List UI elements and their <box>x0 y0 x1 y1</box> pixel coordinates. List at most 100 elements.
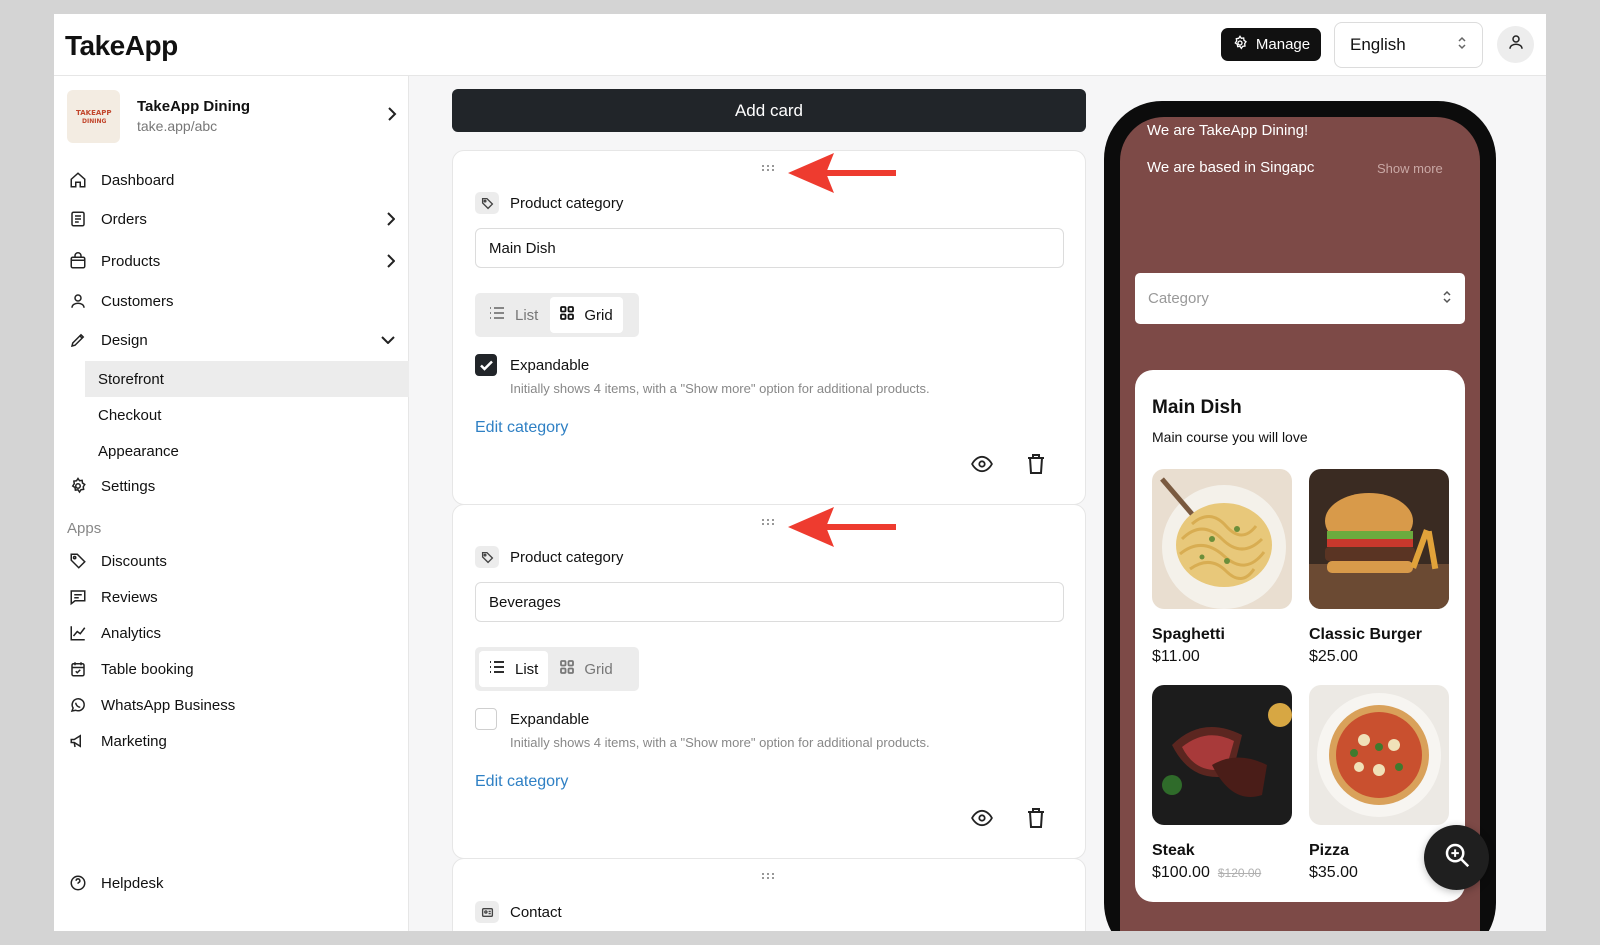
sidebar-item-dashboard[interactable]: Dashboard <box>67 163 397 197</box>
card-type-row: Product category <box>475 546 623 568</box>
grid-icon <box>560 660 575 678</box>
view-toggle: List Grid <box>475 293 639 337</box>
sidebar-item-label: Table booking <box>101 660 194 678</box>
sidebar: TAKEAPP DINING TakeApp Dining take.app/ab… <box>54 76 409 931</box>
sidebar-item-products[interactable]: Products <box>67 244 397 278</box>
sidebar-item-orders[interactable]: Orders <box>67 202 397 236</box>
gear-icon <box>67 475 89 497</box>
magnifier-sparkle-icon <box>1442 840 1472 875</box>
sidebar-item-label: Reviews <box>101 588 158 606</box>
user-icon <box>67 290 89 312</box>
manage-button[interactable]: Manage <box>1221 28 1321 61</box>
trash-icon[interactable] <box>1027 454 1045 479</box>
sidebar-item-customers[interactable]: Customers <box>67 284 397 318</box>
list-icon <box>489 660 505 678</box>
user-avatar-button[interactable] <box>1497 26 1534 63</box>
preview-category-select[interactable]: Category <box>1135 273 1465 324</box>
receipt-icon <box>67 208 89 230</box>
store-url: take.app/abc <box>137 118 218 134</box>
spaghetti-image <box>1152 469 1292 609</box>
product-tile-spaghetti[interactable]: Spaghetti $11.00 <box>1152 469 1292 666</box>
grid-view-option[interactable]: Grid <box>550 651 622 687</box>
sidebar-item-label: Settings <box>101 477 156 495</box>
zoom-preview-button[interactable] <box>1424 825 1489 890</box>
eye-icon[interactable] <box>971 809 993 832</box>
app-window: TakeApp Manage English TAKEAPP DINING Ta… <box>54 14 1546 931</box>
sidebar-item-marketing[interactable]: Marketing <box>67 724 397 758</box>
updown-chevron-icon <box>1457 35 1467 56</box>
product-tile-classic-burger[interactable]: Classic Burger $25.00 <box>1309 469 1449 666</box>
calendar-check-icon <box>67 658 89 680</box>
phone-preview: We are TakeApp Dining! We are based in S… <box>1104 101 1496 931</box>
drag-handle-icon[interactable] <box>762 519 774 525</box>
card-type-label: Product category <box>510 548 624 566</box>
product-name: Steak <box>1152 842 1195 859</box>
list-view-option[interactable]: List <box>479 651 549 687</box>
add-card-button[interactable]: Add card <box>452 89 1086 132</box>
megaphone-icon <box>67 730 89 752</box>
chevron-right-icon <box>387 106 397 127</box>
sidebar-subitem-checkout[interactable]: Checkout <box>85 397 409 433</box>
preview-category-card: Main Dish Main course you will love Spag… <box>1135 370 1465 902</box>
sidebar-subitem-appearance[interactable]: Appearance <box>85 433 409 469</box>
expandable-checkbox[interactable] <box>475 708 497 730</box>
pizza-image <box>1309 685 1449 825</box>
list-icon <box>489 306 505 324</box>
expandable-label: Expandable <box>510 356 590 374</box>
sidebar-item-whatsapp-business[interactable]: WhatsApp Business <box>67 688 397 722</box>
trash-icon[interactable] <box>1027 808 1045 833</box>
red-arrow-annotation <box>788 507 896 547</box>
contact-card-icon <box>475 901 499 923</box>
drag-handle-icon[interactable] <box>762 873 774 879</box>
product-tile-steak[interactable]: Steak $100.00 $120.00 <box>1152 685 1292 882</box>
edit-category-link[interactable]: Edit category <box>475 419 568 437</box>
preview-show-more-link[interactable]: Show more <box>1377 161 1443 176</box>
updown-chevron-icon <box>1442 289 1452 309</box>
expandable-label: Expandable <box>510 710 590 728</box>
gear-icon <box>1232 34 1248 55</box>
product-category-card: Product category Main Dish List Grid Exp… <box>452 150 1086 505</box>
grid-icon <box>560 306 575 324</box>
card-type-label: Product category <box>510 194 624 212</box>
expandable-helper-text: Initially shows 4 items, with a "Show mo… <box>510 381 930 396</box>
sidebar-item-discounts[interactable]: Discounts <box>67 544 397 578</box>
tag-icon <box>475 192 499 214</box>
product-price-current: $100.00 <box>1152 864 1210 881</box>
edit-category-link[interactable]: Edit category <box>475 773 568 791</box>
sidebar-item-label: Helpdesk <box>101 874 164 892</box>
product-name: Spaghetti <box>1152 626 1225 643</box>
eye-icon[interactable] <box>971 455 993 478</box>
store-switcher[interactable]: TAKEAPP DINING TakeApp Dining take.app/ab… <box>67 88 397 144</box>
sidebar-item-helpdesk[interactable]: Helpdesk <box>67 866 397 900</box>
grid-view-option[interactable]: Grid <box>550 297 623 333</box>
sidebar-item-analytics[interactable]: Analytics <box>67 616 397 650</box>
sidebar-item-label: Dashboard <box>101 171 175 189</box>
sidebar-item-label: Analytics <box>101 624 162 642</box>
product-price: $11.00 <box>1152 648 1200 665</box>
product-price-original: $120.00 <box>1217 866 1262 880</box>
category-select[interactable]: Beverages <box>475 582 1064 622</box>
category-placeholder: Category <box>1148 290 1209 307</box>
help-circle-icon <box>67 872 89 894</box>
sidebar-item-table-booking[interactable]: Table booking <box>67 652 397 686</box>
line-chart-icon <box>67 622 89 644</box>
manage-label: Manage <box>1255 36 1311 53</box>
drag-handle-icon[interactable] <box>762 165 774 171</box>
svg-text:DINING: DINING <box>82 118 106 125</box>
sidebar-subitem-storefront[interactable]: Storefront <box>85 361 409 397</box>
chevron-right-icon <box>387 254 395 268</box>
sidebar-item-label: Orders <box>101 210 147 228</box>
expandable-row: Expandable <box>475 354 589 376</box>
list-view-option[interactable]: List <box>479 297 548 333</box>
sidebar-item-design[interactable]: Design <box>67 323 397 357</box>
sidebar-item-label: Discounts <box>101 552 167 570</box>
list-label: List <box>515 306 539 324</box>
sidebar-item-reviews[interactable]: Reviews <box>67 580 397 614</box>
app-logo[interactable]: TakeApp <box>65 30 178 62</box>
expandable-checkbox[interactable] <box>475 354 497 376</box>
category-select[interactable]: Main Dish <box>475 228 1064 268</box>
sidebar-item-settings[interactable]: Settings <box>67 469 397 503</box>
burger-image <box>1309 469 1449 609</box>
language-select[interactable]: English <box>1334 22 1483 68</box>
store-logo: TAKEAPP DINING <box>67 89 120 143</box>
